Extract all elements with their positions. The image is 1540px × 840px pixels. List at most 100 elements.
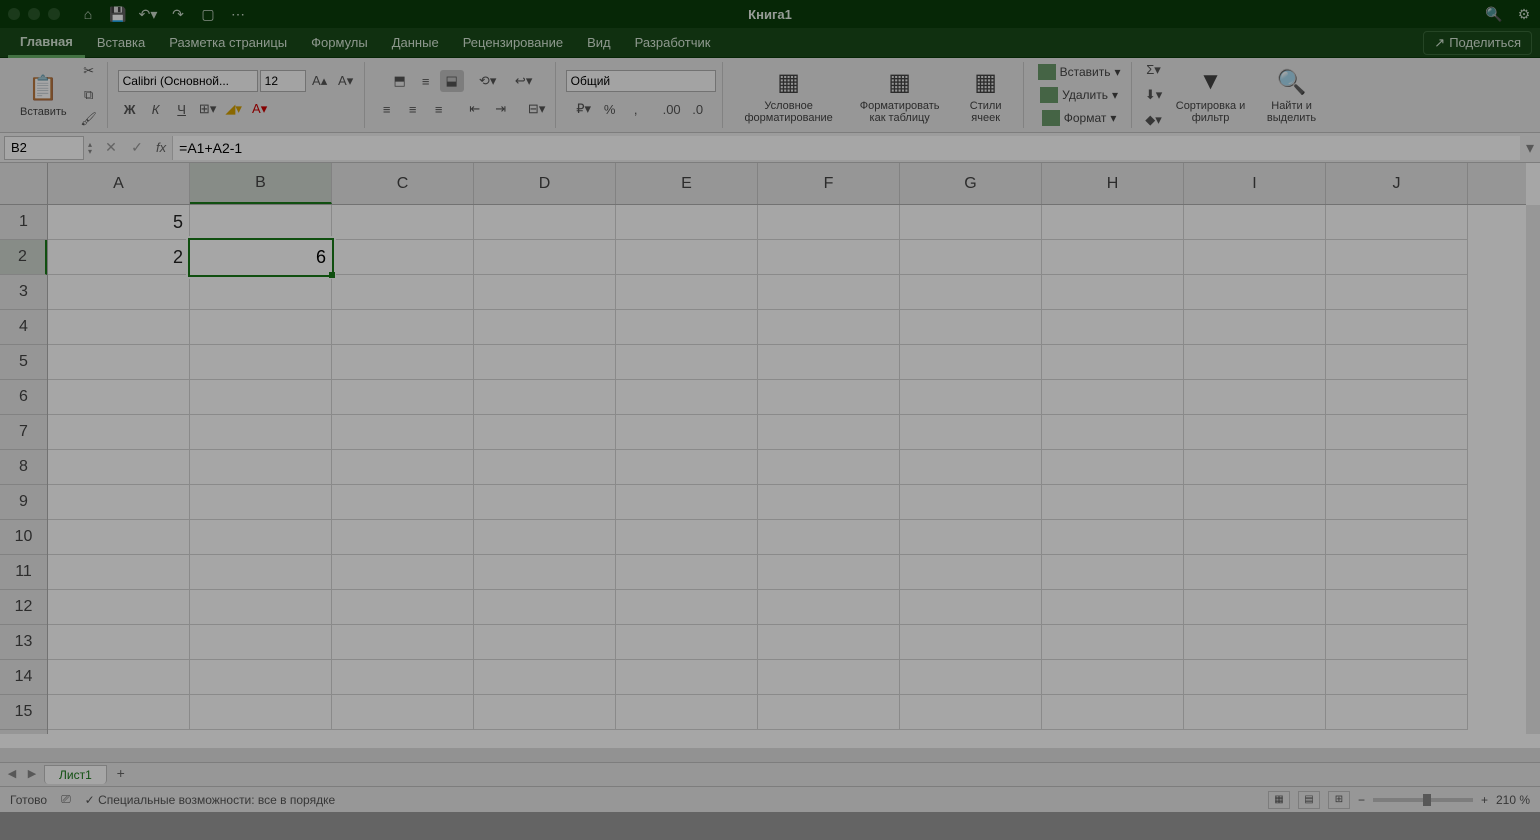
cell-H5[interactable] — [1042, 345, 1184, 380]
close-window-button[interactable] — [8, 8, 20, 20]
cell-F13[interactable] — [758, 625, 900, 660]
tab-view[interactable]: Вид — [575, 28, 623, 58]
cell-C3[interactable] — [332, 275, 474, 310]
print-icon[interactable]: ▢ — [200, 6, 216, 22]
cell-J5[interactable] — [1326, 345, 1468, 380]
cell-C6[interactable] — [332, 380, 474, 415]
format-as-table-button[interactable]: ▦ Форматировать как таблицу — [849, 64, 951, 126]
font-size-select[interactable] — [260, 70, 306, 92]
orientation-icon[interactable]: ⟲▾ — [476, 70, 500, 92]
cell-E5[interactable] — [616, 345, 758, 380]
cell-G10[interactable] — [900, 520, 1042, 555]
cell-G5[interactable] — [900, 345, 1042, 380]
cell-H12[interactable] — [1042, 590, 1184, 625]
tab-insert[interactable]: Вставка — [85, 28, 157, 58]
cell-C4[interactable] — [332, 310, 474, 345]
cell-I11[interactable] — [1184, 555, 1326, 590]
cell-E10[interactable] — [616, 520, 758, 555]
sort-filter-button[interactable]: ▼ Сортировка и фильтр — [1170, 64, 1252, 126]
cell-B4[interactable] — [190, 310, 332, 345]
row-header-6[interactable]: 6 — [0, 380, 47, 415]
column-header-A[interactable]: A — [48, 163, 190, 204]
cell-D13[interactable] — [474, 625, 616, 660]
formula-input[interactable] — [172, 136, 1520, 160]
cell-F3[interactable] — [758, 275, 900, 310]
cell-G9[interactable] — [900, 485, 1042, 520]
cell-D11[interactable] — [474, 555, 616, 590]
cell-A12[interactable] — [48, 590, 190, 625]
number-format-select[interactable] — [566, 70, 716, 92]
cell-H13[interactable] — [1042, 625, 1184, 660]
row-header-14[interactable]: 14 — [0, 660, 47, 695]
cell-F1[interactable] — [758, 205, 900, 240]
row-header-4[interactable]: 4 — [0, 310, 47, 345]
cell-E13[interactable] — [616, 625, 758, 660]
row-header-3[interactable]: 3 — [0, 275, 47, 310]
add-sheet-button[interactable]: + — [111, 765, 131, 785]
cell-C9[interactable] — [332, 485, 474, 520]
font-color-icon[interactable]: A▾ — [248, 98, 272, 120]
currency-icon[interactable]: ₽▾ — [572, 98, 596, 120]
cell-A6[interactable] — [48, 380, 190, 415]
cell-J3[interactable] — [1326, 275, 1468, 310]
row-header-13[interactable]: 13 — [0, 625, 47, 660]
cell-J13[interactable] — [1326, 625, 1468, 660]
cell-E14[interactable] — [616, 660, 758, 695]
tab-review[interactable]: Рецензирование — [451, 28, 575, 58]
cell-E11[interactable] — [616, 555, 758, 590]
cell-I10[interactable] — [1184, 520, 1326, 555]
zoom-in-button[interactable]: + — [1481, 793, 1488, 807]
column-header-H[interactable]: H — [1042, 163, 1184, 204]
cell-B13[interactable] — [190, 625, 332, 660]
save-icon[interactable]: 💾 — [110, 6, 126, 22]
cell-G13[interactable] — [900, 625, 1042, 660]
cell-G14[interactable] — [900, 660, 1042, 695]
cell-G7[interactable] — [900, 415, 1042, 450]
accept-formula-icon[interactable]: ✓ — [124, 136, 150, 160]
conditional-formatting-button[interactable]: ▦ Условное форматирование — [733, 64, 845, 126]
cell-H15[interactable] — [1042, 695, 1184, 730]
cell-H7[interactable] — [1042, 415, 1184, 450]
delete-cells-button[interactable]: Удалить ▾ — [1036, 85, 1122, 105]
cell-C5[interactable] — [332, 345, 474, 380]
cell-D15[interactable] — [474, 695, 616, 730]
row-header-8[interactable]: 8 — [0, 450, 47, 485]
cell-A11[interactable] — [48, 555, 190, 590]
tab-home[interactable]: Главная — [8, 28, 85, 58]
zoom-out-button[interactable]: − — [1358, 793, 1365, 807]
column-header-E[interactable]: E — [616, 163, 758, 204]
cell-J10[interactable] — [1326, 520, 1468, 555]
select-all-corner[interactable] — [0, 163, 48, 205]
row-header-1[interactable]: 1 — [0, 205, 47, 240]
tab-page-layout[interactable]: Разметка страницы — [157, 28, 299, 58]
cell-C12[interactable] — [332, 590, 474, 625]
page-break-view-button[interactable]: ⊞ — [1328, 791, 1350, 809]
cell-D9[interactable] — [474, 485, 616, 520]
cell-I3[interactable] — [1184, 275, 1326, 310]
macro-icon[interactable]: ⎚ — [61, 792, 71, 807]
bold-button[interactable]: Ж — [118, 98, 142, 120]
row-header-10[interactable]: 10 — [0, 520, 47, 555]
cell-E3[interactable] — [616, 275, 758, 310]
column-header-B[interactable]: B — [190, 163, 332, 204]
cell-I15[interactable] — [1184, 695, 1326, 730]
sheet-prev-icon[interactable]: ◀ — [4, 767, 20, 783]
fill-handle[interactable] — [329, 272, 335, 278]
sheet-next-icon[interactable]: ▶ — [24, 767, 40, 783]
share-top-icon[interactable]: ⚙ — [1516, 6, 1532, 22]
page-layout-view-button[interactable]: ▤ — [1298, 791, 1320, 809]
align-right-icon[interactable]: ≡ — [427, 98, 451, 120]
cell-F2[interactable] — [758, 240, 900, 275]
cell-B1[interactable] — [190, 205, 332, 240]
name-box[interactable]: B2 — [4, 136, 84, 160]
cell-F6[interactable] — [758, 380, 900, 415]
row-header-11[interactable]: 11 — [0, 555, 47, 590]
cell-C2[interactable] — [332, 240, 474, 275]
cell-G8[interactable] — [900, 450, 1042, 485]
tab-data[interactable]: Данные — [380, 28, 451, 58]
insert-cells-button[interactable]: Вставить ▾ — [1034, 62, 1125, 82]
cell-F8[interactable] — [758, 450, 900, 485]
cell-D6[interactable] — [474, 380, 616, 415]
clear-icon[interactable]: ◆▾ — [1142, 109, 1166, 131]
cell-A2[interactable]: 2 — [48, 240, 190, 275]
